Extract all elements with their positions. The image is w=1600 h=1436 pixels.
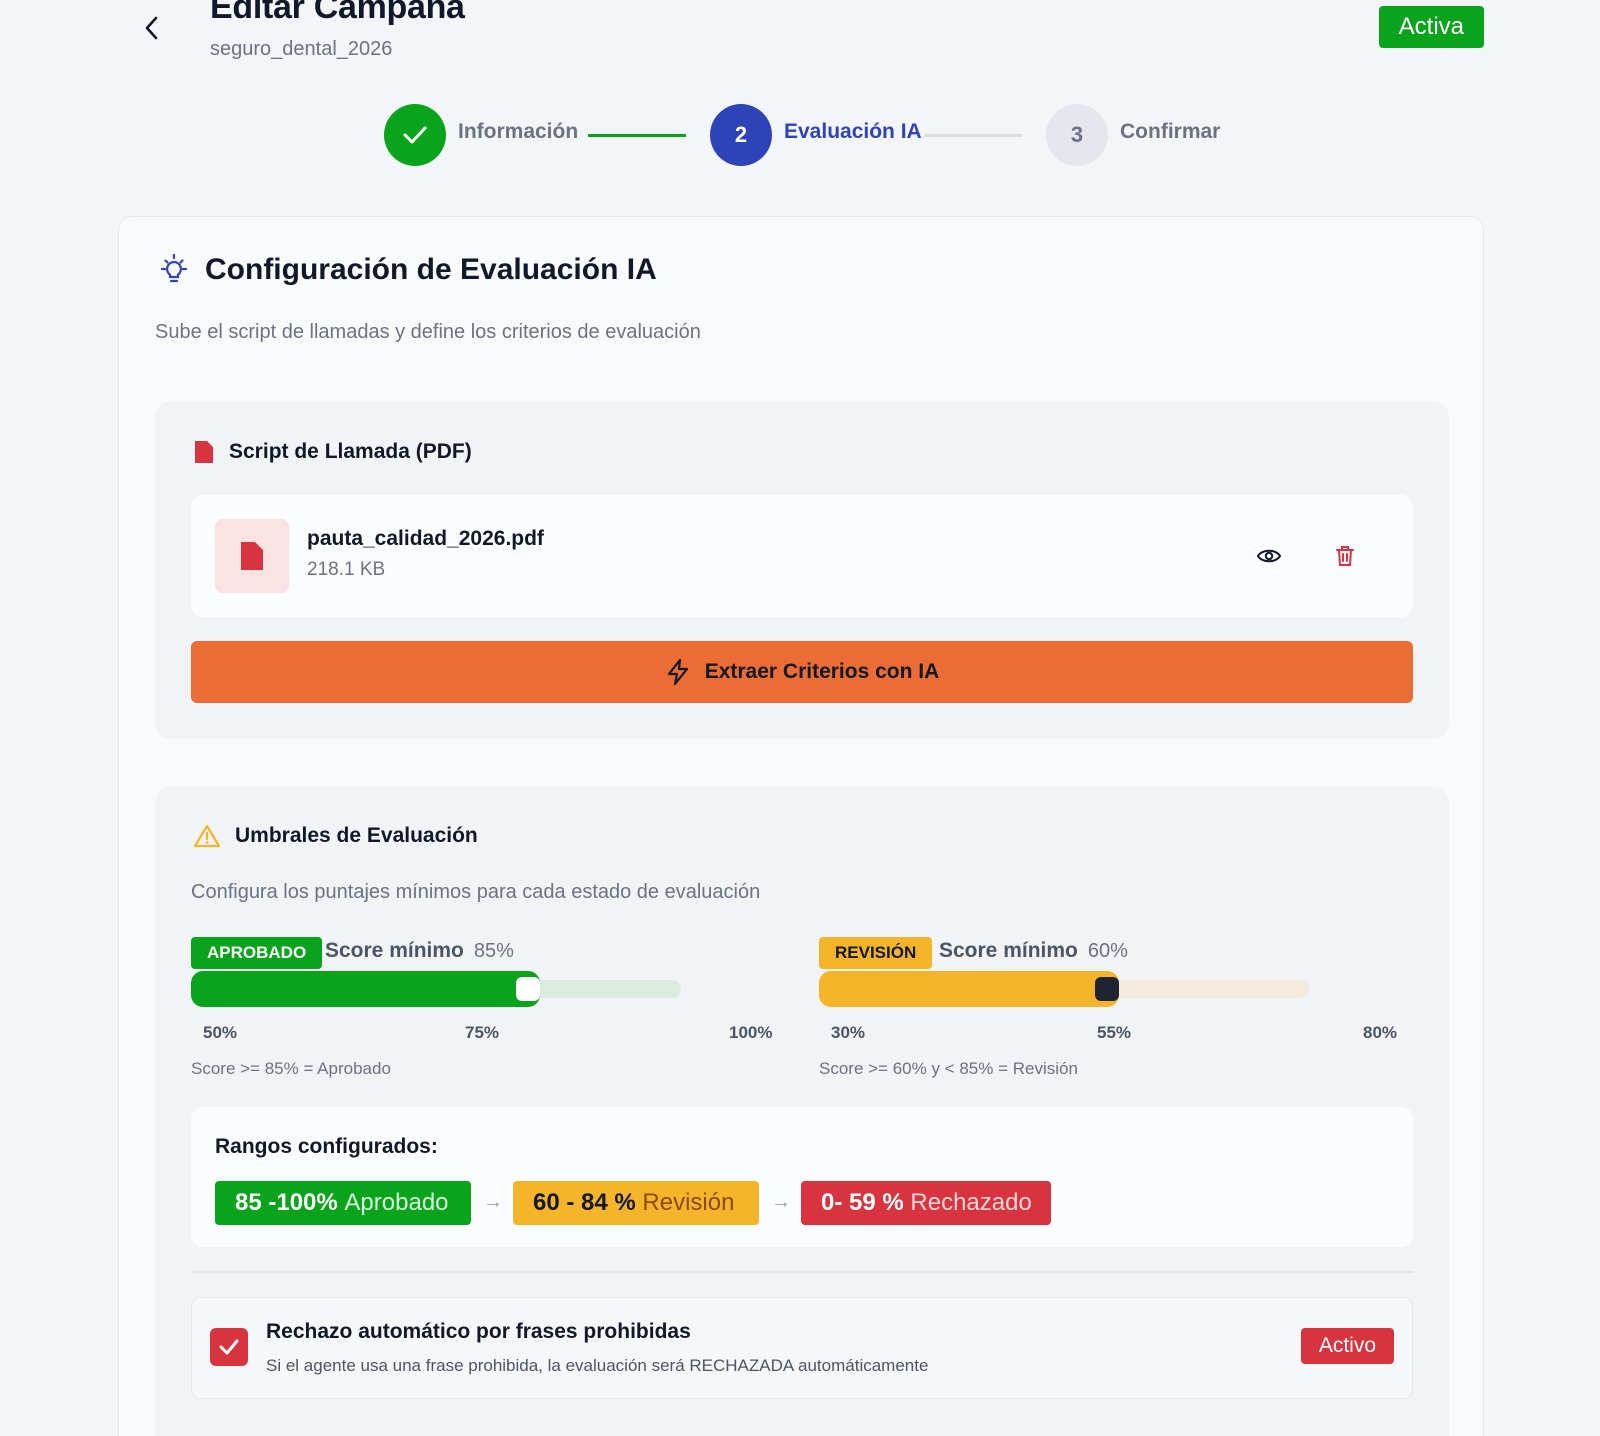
lightning-icon — [667, 658, 688, 686]
preview-file-button[interactable] — [1249, 536, 1289, 576]
file-thumbnail — [215, 519, 289, 593]
auto-reject-option: Rechazo automático por frases prohibidas… — [191, 1297, 1413, 1399]
range-rejected: 0- 59 % Rechazado — [801, 1181, 1051, 1225]
approved-tick-mid: 75% — [465, 1023, 500, 1042]
thresholds-title: Umbrales de Evaluación — [235, 824, 478, 847]
eye-icon — [1256, 549, 1282, 563]
ranges-title: Rangos configurados: — [215, 1135, 438, 1158]
extract-criteria-button[interactable]: Extraer Criterios con IA — [191, 641, 1413, 703]
file-name: pauta_calidad_2026.pdf — [307, 527, 544, 550]
review-tick-min: 30% — [831, 1023, 866, 1042]
review-score-label: Score mínimo 60% — [939, 939, 1128, 962]
campaign-id: seguro_dental_2026 — [210, 38, 393, 60]
approved-score-value: 85% — [473, 940, 514, 962]
config-description: Sube el script de llamadas y define los … — [155, 321, 701, 343]
step-2-circle[interactable]: 2 — [710, 104, 772, 166]
auto-reject-description: Si el agente usa una frase prohibida, la… — [266, 1356, 929, 1375]
step-connector-1 — [588, 134, 686, 137]
config-header: Configuración de Evaluación IA — [157, 253, 657, 287]
review-badge: REVISIÓN — [819, 937, 933, 969]
check-icon — [219, 1339, 239, 1355]
pdf-file-icon — [241, 542, 263, 570]
step-3-circle[interactable]: 3 — [1046, 104, 1108, 166]
stepper: Información 2 Evaluación IA 3 Confirmar — [384, 104, 1244, 166]
review-score-value: 60% — [1087, 940, 1128, 962]
configured-ranges: Rangos configurados: 85 -100% Aprobado →… — [191, 1107, 1413, 1247]
back-button[interactable] — [136, 10, 168, 46]
evaluation-config-card: Configuración de Evaluación IA Sube el s… — [118, 216, 1484, 1436]
review-rule: Score >= 60% y < 85% = Revisión — [819, 1059, 1078, 1078]
range-review: 60 - 84 % Revisión — [513, 1181, 759, 1225]
approved-tick-min: 50% — [203, 1023, 238, 1042]
thresholds-header: Umbrales de Evaluación — [193, 823, 478, 849]
step-connector-2 — [924, 134, 1022, 137]
review-threshold: REVISIÓN Score mínimo 60% 30% 55% 80% Sco… — [819, 937, 1399, 1078]
approved-badge: APROBADO — [191, 937, 323, 969]
script-panel: Script de Llamada (PDF) pauta_calidad_20… — [155, 401, 1449, 739]
check-icon — [403, 126, 427, 144]
thresholds-description: Configura los puntajes mínimos para cada… — [191, 881, 761, 903]
script-header: Script de Llamada (PDF) — [193, 439, 472, 465]
config-title: Configuración de Evaluación IA — [205, 253, 657, 286]
approved-score-label: Score mínimo 85% — [325, 939, 514, 962]
arrow-right-icon: → — [483, 1191, 503, 1213]
step-3-label[interactable]: Confirmar — [1120, 120, 1220, 144]
approved-slider-handle[interactable] — [516, 977, 540, 1001]
chevron-left-icon — [145, 16, 158, 40]
review-tick-mid: 55% — [1097, 1023, 1132, 1042]
step-1-circle[interactable] — [384, 104, 446, 166]
auto-reject-checkbox[interactable] — [210, 1328, 248, 1366]
review-tick-max: 80% — [1363, 1023, 1398, 1042]
arrow-right-icon: → — [771, 1191, 791, 1213]
extract-criteria-label: Extraer Criterios con IA — [704, 660, 940, 683]
pdf-file-icon — [195, 441, 213, 463]
uploaded-file: pauta_calidad_2026.pdf 218.1 KB — [191, 495, 1413, 617]
approved-slider-fill — [191, 971, 540, 1007]
step-2-label[interactable]: Evaluación IA — [784, 120, 922, 144]
approved-rule: Score >= 85% = Aprobado — [191, 1059, 391, 1078]
script-title: Script de Llamada (PDF) — [229, 440, 472, 463]
step-1-label[interactable]: Información — [458, 120, 578, 144]
lightbulb-icon — [160, 253, 188, 283]
trash-icon — [1336, 546, 1354, 566]
review-slider-fill — [819, 971, 1119, 1007]
divider — [191, 1271, 1413, 1273]
thresholds-panel: Umbrales de Evaluación Configura los pun… — [155, 787, 1449, 1436]
auto-reject-status-badge: Activo — [1300, 1328, 1394, 1364]
status-badge: Activa — [1378, 6, 1484, 48]
page-title: Editar Campaña — [210, 0, 465, 26]
auto-reject-title: Rechazo automático por frases prohibidas — [266, 1320, 691, 1343]
review-slider-handle[interactable] — [1095, 977, 1119, 1001]
approved-tick-max: 100% — [729, 1023, 773, 1042]
delete-file-button[interactable] — [1325, 536, 1365, 576]
file-size: 218.1 KB — [307, 559, 386, 580]
range-approved: 85 -100% Aprobado — [215, 1181, 471, 1225]
approved-threshold: APROBADO Score mínimo 85% 50% 75% 100% Sc… — [191, 937, 773, 1078]
warning-icon — [193, 824, 221, 848]
